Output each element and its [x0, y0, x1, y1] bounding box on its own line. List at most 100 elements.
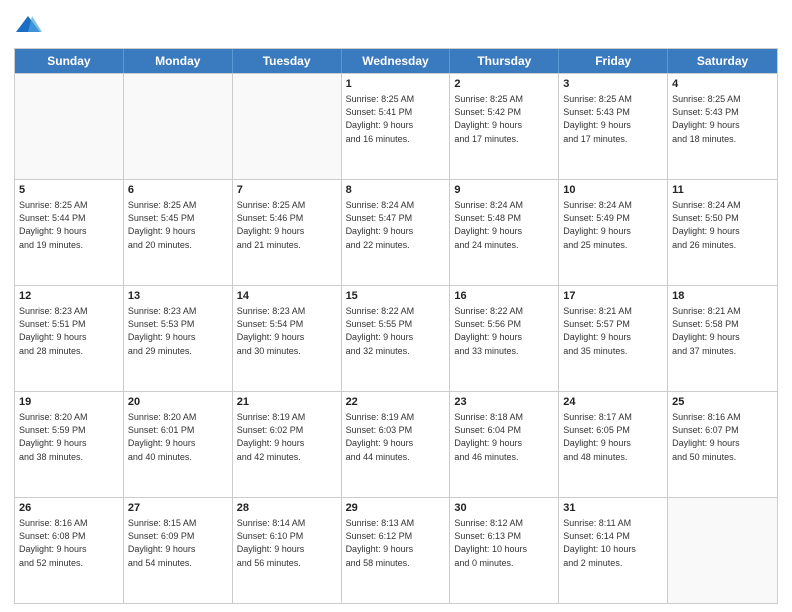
calendar-header-row: SundayMondayTuesdayWednesdayThursdayFrid… [15, 49, 777, 73]
day-number: 5 [19, 183, 119, 198]
day-info: Sunrise: 8:24 AM Sunset: 5:48 PM Dayligh… [454, 199, 554, 251]
day-info: Sunrise: 8:24 AM Sunset: 5:49 PM Dayligh… [563, 199, 663, 251]
day-number: 4 [672, 77, 773, 92]
day-number: 27 [128, 501, 228, 516]
day-number: 12 [19, 289, 119, 304]
day-info: Sunrise: 8:25 AM Sunset: 5:43 PM Dayligh… [563, 93, 663, 145]
calendar-day-18: 18Sunrise: 8:21 AM Sunset: 5:58 PM Dayli… [668, 286, 777, 391]
day-info: Sunrise: 8:16 AM Sunset: 6:08 PM Dayligh… [19, 517, 119, 569]
day-info: Sunrise: 8:25 AM Sunset: 5:42 PM Dayligh… [454, 93, 554, 145]
calendar-empty-cell [124, 74, 233, 179]
day-info: Sunrise: 8:25 AM Sunset: 5:44 PM Dayligh… [19, 199, 119, 251]
day-number: 10 [563, 183, 663, 198]
day-info: Sunrise: 8:25 AM Sunset: 5:46 PM Dayligh… [237, 199, 337, 251]
day-number: 13 [128, 289, 228, 304]
calendar-week: 1Sunrise: 8:25 AM Sunset: 5:41 PM Daylig… [15, 73, 777, 179]
day-number: 29 [346, 501, 446, 516]
day-info: Sunrise: 8:20 AM Sunset: 5:59 PM Dayligh… [19, 411, 119, 463]
day-info: Sunrise: 8:23 AM Sunset: 5:54 PM Dayligh… [237, 305, 337, 357]
weekday-header: Tuesday [233, 49, 342, 73]
logo [14, 12, 46, 40]
day-number: 28 [237, 501, 337, 516]
day-info: Sunrise: 8:21 AM Sunset: 5:57 PM Dayligh… [563, 305, 663, 357]
calendar-day-26: 26Sunrise: 8:16 AM Sunset: 6:08 PM Dayli… [15, 498, 124, 603]
day-number: 31 [563, 501, 663, 516]
calendar-day-9: 9Sunrise: 8:24 AM Sunset: 5:48 PM Daylig… [450, 180, 559, 285]
calendar-day-29: 29Sunrise: 8:13 AM Sunset: 6:12 PM Dayli… [342, 498, 451, 603]
day-number: 11 [672, 183, 773, 198]
day-info: Sunrise: 8:19 AM Sunset: 6:02 PM Dayligh… [237, 411, 337, 463]
calendar-day-17: 17Sunrise: 8:21 AM Sunset: 5:57 PM Dayli… [559, 286, 668, 391]
day-info: Sunrise: 8:15 AM Sunset: 6:09 PM Dayligh… [128, 517, 228, 569]
day-number: 20 [128, 395, 228, 410]
day-number: 26 [19, 501, 119, 516]
day-info: Sunrise: 8:20 AM Sunset: 6:01 PM Dayligh… [128, 411, 228, 463]
day-number: 9 [454, 183, 554, 198]
day-info: Sunrise: 8:13 AM Sunset: 6:12 PM Dayligh… [346, 517, 446, 569]
day-info: Sunrise: 8:18 AM Sunset: 6:04 PM Dayligh… [454, 411, 554, 463]
day-number: 18 [672, 289, 773, 304]
day-info: Sunrise: 8:22 AM Sunset: 5:56 PM Dayligh… [454, 305, 554, 357]
calendar-day-24: 24Sunrise: 8:17 AM Sunset: 6:05 PM Dayli… [559, 392, 668, 497]
calendar-day-31: 31Sunrise: 8:11 AM Sunset: 6:14 PM Dayli… [559, 498, 668, 603]
calendar-day-28: 28Sunrise: 8:14 AM Sunset: 6:10 PM Dayli… [233, 498, 342, 603]
day-number: 1 [346, 77, 446, 92]
calendar-body: 1Sunrise: 8:25 AM Sunset: 5:41 PM Daylig… [15, 73, 777, 603]
calendar-day-12: 12Sunrise: 8:23 AM Sunset: 5:51 PM Dayli… [15, 286, 124, 391]
calendar-day-23: 23Sunrise: 8:18 AM Sunset: 6:04 PM Dayli… [450, 392, 559, 497]
day-info: Sunrise: 8:23 AM Sunset: 5:51 PM Dayligh… [19, 305, 119, 357]
calendar-week: 26Sunrise: 8:16 AM Sunset: 6:08 PM Dayli… [15, 497, 777, 603]
day-info: Sunrise: 8:24 AM Sunset: 5:50 PM Dayligh… [672, 199, 773, 251]
day-number: 22 [346, 395, 446, 410]
day-number: 2 [454, 77, 554, 92]
calendar-day-22: 22Sunrise: 8:19 AM Sunset: 6:03 PM Dayli… [342, 392, 451, 497]
calendar-day-13: 13Sunrise: 8:23 AM Sunset: 5:53 PM Dayli… [124, 286, 233, 391]
day-info: Sunrise: 8:11 AM Sunset: 6:14 PM Dayligh… [563, 517, 663, 569]
calendar-day-8: 8Sunrise: 8:24 AM Sunset: 5:47 PM Daylig… [342, 180, 451, 285]
day-number: 7 [237, 183, 337, 198]
day-number: 16 [454, 289, 554, 304]
day-info: Sunrise: 8:17 AM Sunset: 6:05 PM Dayligh… [563, 411, 663, 463]
day-info: Sunrise: 8:25 AM Sunset: 5:41 PM Dayligh… [346, 93, 446, 145]
calendar-day-20: 20Sunrise: 8:20 AM Sunset: 6:01 PM Dayli… [124, 392, 233, 497]
day-number: 21 [237, 395, 337, 410]
day-number: 19 [19, 395, 119, 410]
logo-icon [14, 12, 42, 40]
weekday-header: Friday [559, 49, 668, 73]
weekday-header: Monday [124, 49, 233, 73]
day-info: Sunrise: 8:16 AM Sunset: 6:07 PM Dayligh… [672, 411, 773, 463]
day-number: 14 [237, 289, 337, 304]
calendar-empty-cell [668, 498, 777, 603]
page-header [14, 12, 778, 40]
calendar-day-30: 30Sunrise: 8:12 AM Sunset: 6:13 PM Dayli… [450, 498, 559, 603]
day-number: 17 [563, 289, 663, 304]
calendar-week: 12Sunrise: 8:23 AM Sunset: 5:51 PM Dayli… [15, 285, 777, 391]
calendar-day-2: 2Sunrise: 8:25 AM Sunset: 5:42 PM Daylig… [450, 74, 559, 179]
day-number: 30 [454, 501, 554, 516]
day-info: Sunrise: 8:19 AM Sunset: 6:03 PM Dayligh… [346, 411, 446, 463]
calendar-day-1: 1Sunrise: 8:25 AM Sunset: 5:41 PM Daylig… [342, 74, 451, 179]
day-info: Sunrise: 8:25 AM Sunset: 5:43 PM Dayligh… [672, 93, 773, 145]
day-info: Sunrise: 8:24 AM Sunset: 5:47 PM Dayligh… [346, 199, 446, 251]
calendar-week: 19Sunrise: 8:20 AM Sunset: 5:59 PM Dayli… [15, 391, 777, 497]
weekday-header: Thursday [450, 49, 559, 73]
weekday-header: Saturday [668, 49, 777, 73]
day-info: Sunrise: 8:21 AM Sunset: 5:58 PM Dayligh… [672, 305, 773, 357]
calendar-day-3: 3Sunrise: 8:25 AM Sunset: 5:43 PM Daylig… [559, 74, 668, 179]
day-number: 25 [672, 395, 773, 410]
calendar-empty-cell [233, 74, 342, 179]
day-info: Sunrise: 8:23 AM Sunset: 5:53 PM Dayligh… [128, 305, 228, 357]
day-info: Sunrise: 8:25 AM Sunset: 5:45 PM Dayligh… [128, 199, 228, 251]
day-number: 24 [563, 395, 663, 410]
calendar-day-5: 5Sunrise: 8:25 AM Sunset: 5:44 PM Daylig… [15, 180, 124, 285]
day-info: Sunrise: 8:22 AM Sunset: 5:55 PM Dayligh… [346, 305, 446, 357]
day-number: 15 [346, 289, 446, 304]
calendar-day-7: 7Sunrise: 8:25 AM Sunset: 5:46 PM Daylig… [233, 180, 342, 285]
calendar-day-27: 27Sunrise: 8:15 AM Sunset: 6:09 PM Dayli… [124, 498, 233, 603]
calendar-day-14: 14Sunrise: 8:23 AM Sunset: 5:54 PM Dayli… [233, 286, 342, 391]
day-number: 3 [563, 77, 663, 92]
calendar-day-19: 19Sunrise: 8:20 AM Sunset: 5:59 PM Dayli… [15, 392, 124, 497]
calendar-day-10: 10Sunrise: 8:24 AM Sunset: 5:49 PM Dayli… [559, 180, 668, 285]
calendar-day-4: 4Sunrise: 8:25 AM Sunset: 5:43 PM Daylig… [668, 74, 777, 179]
weekday-header: Wednesday [342, 49, 451, 73]
